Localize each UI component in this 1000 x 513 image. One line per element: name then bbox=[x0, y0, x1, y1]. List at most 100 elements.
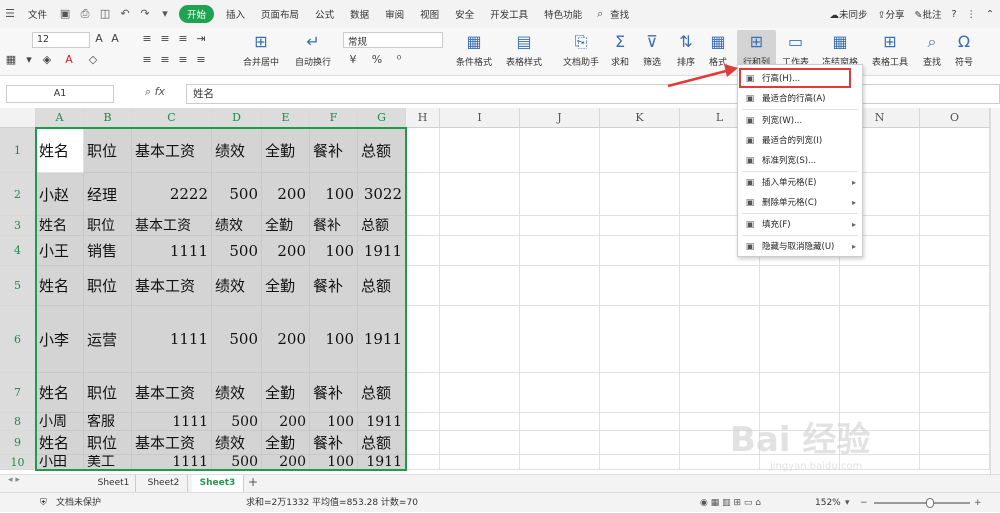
cell-empty[interactable] bbox=[840, 373, 920, 413]
cell-E10[interactable]: 200 bbox=[262, 455, 310, 470]
cell-empty[interactable] bbox=[520, 431, 600, 455]
sheet-tab-3[interactable]: Sheet3 bbox=[192, 475, 244, 493]
cell-F1[interactable]: 餐补 bbox=[310, 128, 358, 173]
cell-E3[interactable]: 全勤 bbox=[262, 216, 310, 236]
cell-E4[interactable]: 200 bbox=[262, 236, 310, 266]
cell-A1[interactable]: 姓名 bbox=[36, 128, 84, 173]
cell-D4[interactable]: 500 bbox=[212, 236, 262, 266]
save-icon[interactable]: ▣ bbox=[58, 7, 72, 21]
freeze-button[interactable]: ▦ 冻结窗格 bbox=[822, 32, 858, 68]
cell-empty[interactable] bbox=[920, 128, 990, 173]
undo-icon[interactable]: ↶ bbox=[118, 7, 132, 21]
cell-D9[interactable]: 绩效 bbox=[212, 431, 262, 455]
cell-E7[interactable]: 全勤 bbox=[262, 373, 310, 413]
row-header-6[interactable]: 6 bbox=[0, 306, 36, 373]
chevron-down-icon[interactable]: ▾ bbox=[22, 53, 36, 66]
cell-empty[interactable] bbox=[600, 431, 680, 455]
cell-G9[interactable]: 总额 bbox=[358, 431, 406, 455]
merge-button[interactable]: ⊞ 合并居中 bbox=[243, 32, 279, 68]
font-shrink-icon[interactable]: A bbox=[108, 32, 122, 45]
cell-empty[interactable] bbox=[520, 266, 600, 306]
cell-D8[interactable]: 500 bbox=[212, 413, 262, 431]
row-header-8[interactable]: 8 bbox=[0, 413, 36, 431]
cell-empty[interactable] bbox=[440, 455, 520, 470]
cell-E8[interactable]: 200 bbox=[262, 413, 310, 431]
share-button[interactable]: ⇪分享 bbox=[878, 7, 905, 21]
preview-icon[interactable]: ◫ bbox=[98, 7, 112, 21]
font-color-icon[interactable]: A bbox=[62, 53, 76, 66]
cell-F4[interactable]: 100 bbox=[310, 236, 358, 266]
cell-empty[interactable] bbox=[520, 455, 600, 470]
cell-F5[interactable]: 餐补 bbox=[310, 266, 358, 306]
percent-icon[interactable]: % bbox=[370, 53, 384, 66]
menu-item-col-width[interactable]: ▣ 列宽(W)... bbox=[738, 111, 862, 131]
menu-item-std-width[interactable]: ▣ 标准列宽(S)... bbox=[738, 151, 862, 171]
wrap-button[interactable]: ↵ 自动换行 bbox=[295, 32, 331, 68]
cell-A2[interactable]: 小赵 bbox=[36, 173, 84, 216]
cell-C10[interactable]: 1111 bbox=[132, 455, 212, 470]
cell-A9[interactable]: 姓名 bbox=[36, 431, 84, 455]
align-left-icon[interactable]: ≡ bbox=[140, 53, 154, 66]
cell-G3[interactable]: 总额 bbox=[358, 216, 406, 236]
select-all-corner[interactable] bbox=[0, 108, 36, 128]
align-top-icon[interactable]: ≡ bbox=[140, 32, 154, 45]
vertical-scrollbar[interactable] bbox=[990, 108, 1000, 474]
cell-B7[interactable]: 职位 bbox=[84, 373, 132, 413]
cell-empty[interactable] bbox=[760, 306, 840, 373]
sheet-button[interactable]: ▭ 工作表 bbox=[782, 32, 809, 68]
cell-A4[interactable]: 小王 bbox=[36, 236, 84, 266]
table-tools-button[interactable]: ⊞ 表格工具 bbox=[872, 32, 908, 68]
row-header-9[interactable]: 9 bbox=[0, 431, 36, 455]
cell-G10[interactable]: 1911 bbox=[358, 455, 406, 470]
cell-empty[interactable] bbox=[760, 373, 840, 413]
align-right-icon[interactable]: ≡ bbox=[176, 53, 190, 66]
fx-icon[interactable]: fx bbox=[155, 85, 165, 98]
cell-empty[interactable] bbox=[440, 431, 520, 455]
col-header-D[interactable]: D bbox=[212, 108, 262, 128]
tab-insert[interactable]: 插入 bbox=[218, 7, 253, 21]
align-center-icon[interactable]: ≡ bbox=[158, 53, 172, 66]
cell-empty[interactable] bbox=[406, 236, 440, 266]
cell-G1[interactable]: 总额 bbox=[358, 128, 406, 173]
cell-B1[interactable]: 职位 bbox=[84, 128, 132, 173]
cell-D7[interactable]: 绩效 bbox=[212, 373, 262, 413]
cell-A8[interactable]: 小周 bbox=[36, 413, 84, 431]
cell-empty[interactable] bbox=[520, 306, 600, 373]
cell-empty[interactable] bbox=[600, 216, 680, 236]
col-header-J[interactable]: J bbox=[520, 108, 600, 128]
zoom-level[interactable]: 152% bbox=[815, 493, 841, 513]
cell-empty[interactable] bbox=[600, 236, 680, 266]
thousands-icon[interactable]: ⁰ bbox=[392, 53, 406, 66]
menu-item-delete-cell[interactable]: ▣ 删除单元格(C) ▸ bbox=[738, 193, 862, 213]
cell-E1[interactable]: 全勤 bbox=[262, 128, 310, 173]
row-header-10[interactable]: 10 bbox=[0, 455, 36, 470]
cell-B2[interactable]: 经理 bbox=[84, 173, 132, 216]
tab-data[interactable]: 数据 bbox=[342, 7, 377, 21]
cell-empty[interactable] bbox=[406, 455, 440, 470]
cell-empty[interactable] bbox=[520, 128, 600, 173]
sheet-tab-2[interactable]: Sheet2 bbox=[140, 475, 188, 493]
border-icon[interactable]: ▦ bbox=[4, 53, 18, 66]
cell-F9[interactable]: 餐补 bbox=[310, 431, 358, 455]
zoom-slider-handle[interactable] bbox=[926, 498, 934, 508]
cell-empty[interactable] bbox=[440, 413, 520, 431]
col-header-A[interactable]: A bbox=[36, 108, 84, 128]
cell-D5[interactable]: 绩效 bbox=[212, 266, 262, 306]
cell-empty[interactable] bbox=[840, 266, 920, 306]
cell-G4[interactable]: 1911 bbox=[358, 236, 406, 266]
name-box[interactable]: A1 bbox=[6, 85, 114, 103]
font-grow-icon[interactable]: A bbox=[92, 32, 106, 45]
cell-D6[interactable]: 500 bbox=[212, 306, 262, 373]
currency-icon[interactable]: ¥ bbox=[346, 53, 360, 66]
col-header-C[interactable]: C bbox=[132, 108, 212, 128]
cell-empty[interactable] bbox=[680, 266, 760, 306]
cell-empty[interactable] bbox=[600, 306, 680, 373]
number-format-select[interactable]: 常规 bbox=[343, 32, 443, 48]
cell-E9[interactable]: 全勤 bbox=[262, 431, 310, 455]
justify-icon[interactable]: ≡ bbox=[194, 53, 208, 66]
menu-item-autofit-col[interactable]: ▣ 最适合的列宽(I) bbox=[738, 131, 862, 151]
cell-empty[interactable] bbox=[406, 173, 440, 216]
cell-empty[interactable] bbox=[406, 128, 440, 173]
cell-empty[interactable] bbox=[600, 455, 680, 470]
cell-empty[interactable] bbox=[520, 373, 600, 413]
